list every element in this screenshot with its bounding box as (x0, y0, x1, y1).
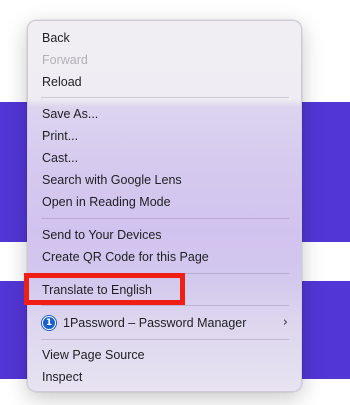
menu-item-reading-mode-label: Open in Reading Mode (42, 195, 171, 209)
menu-item-cast-label: Cast... (42, 151, 79, 165)
menu-item-inspect[interactable]: Inspect (28, 366, 301, 388)
menu-item-cast[interactable]: Cast... (28, 147, 301, 169)
chevron-right-icon: › (282, 315, 288, 330)
menu-item-inspect-label: Inspect (42, 370, 83, 384)
menu-item-forward: Forward (28, 49, 301, 71)
menu-item-search-google-lens-label: Search with Google Lens (42, 173, 182, 187)
menu-separator (41, 339, 289, 340)
menu-item-reading-mode[interactable]: Open in Reading Mode (28, 191, 301, 213)
menu-item-back[interactable]: Back (28, 27, 301, 49)
menu-item-create-qr-code-label: Create QR Code for this Page (42, 250, 209, 264)
menu-item-send-to-devices-label: Send to Your Devices (42, 228, 162, 242)
menu-separator (41, 305, 289, 306)
1password-icon: 1 (42, 316, 56, 330)
menu-item-save-as-label: Save As... (42, 107, 99, 121)
menu-item-send-to-devices[interactable]: Send to Your Devices (28, 224, 301, 246)
menu-separator (41, 218, 289, 219)
menu-item-print-label: Print... (42, 129, 79, 143)
menu-item-reload[interactable]: Reload (28, 71, 301, 93)
menu-item-back-label: Back (42, 31, 70, 45)
menu-separator (41, 97, 289, 98)
context-menu: Back Forward Reload Save As... Print... … (27, 20, 302, 392)
menu-item-1password[interactable]: 1 1Password – Password Manager › (28, 312, 301, 334)
menu-item-create-qr-code[interactable]: Create QR Code for this Page (28, 246, 301, 268)
translate-highlight-box (24, 273, 185, 305)
menu-item-forward-label: Forward (42, 53, 88, 67)
menu-item-search-google-lens[interactable]: Search with Google Lens (28, 169, 301, 191)
menu-item-1password-label: 1Password – Password Manager (63, 316, 247, 330)
menu-item-save-as[interactable]: Save As... (28, 103, 301, 125)
menu-item-reload-label: Reload (42, 75, 82, 89)
menu-item-view-page-source[interactable]: View Page Source (28, 344, 301, 366)
menu-item-print[interactable]: Print... (28, 125, 301, 147)
menu-item-view-page-source-label: View Page Source (42, 348, 145, 362)
